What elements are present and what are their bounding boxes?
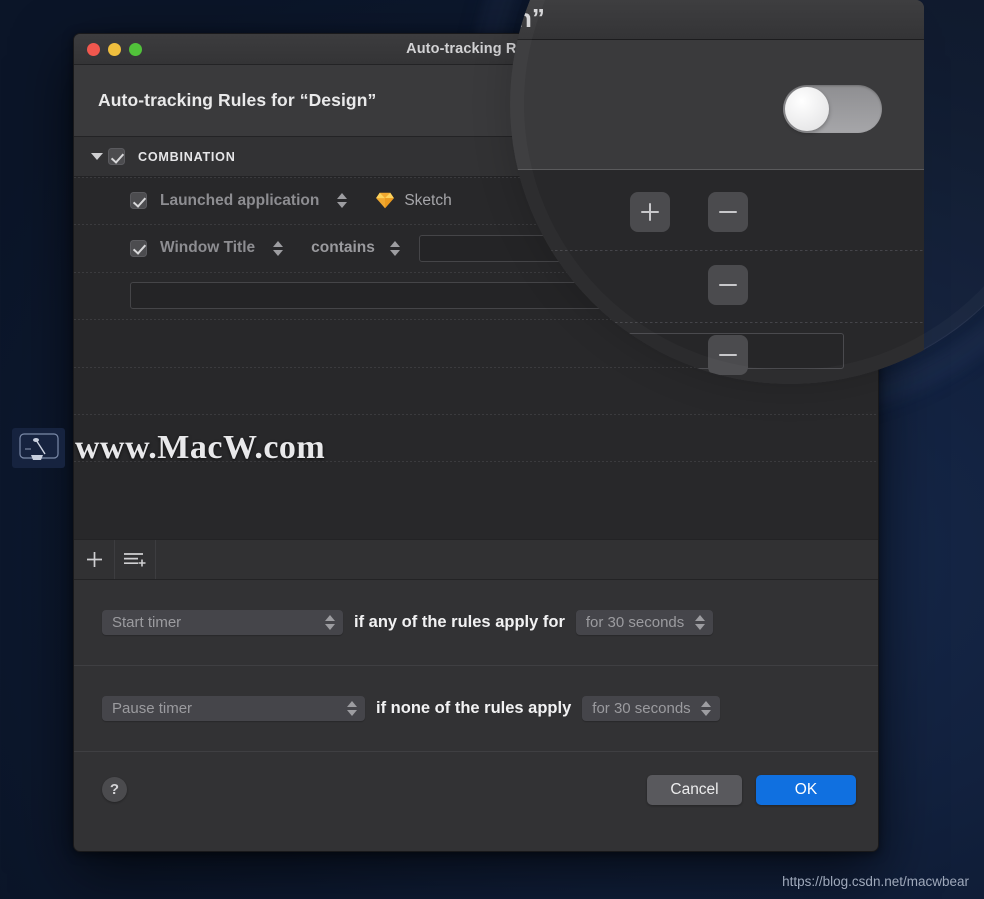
- group-checkbox[interactable]: [108, 148, 125, 165]
- desktop-background: Auto-tracking Rules Auto-tracking Rules …: [0, 0, 984, 899]
- rules-list: COMBINATION Launched application Sketch: [74, 137, 878, 539]
- add-rule-button[interactable]: [789, 183, 823, 218]
- magnified-title-fragment: n”: [516, 3, 545, 33]
- chevron-updown-icon: [322, 615, 337, 630]
- rule-value-input[interactable]: [418, 234, 785, 262]
- rules-empty-row: [74, 461, 878, 508]
- close-button[interactable]: [87, 42, 100, 56]
- page-title: Auto-tracking Rules for “Design”: [98, 90, 377, 110]
- plus-icon: [86, 552, 102, 567]
- disclosure-triangle-icon[interactable]: [86, 153, 108, 160]
- minimize-button[interactable]: [108, 42, 121, 56]
- group-label: COMBINATION: [138, 149, 236, 164]
- rules-toolbar: [74, 539, 878, 580]
- auto-tracking-rules-window: Auto-tracking Rules Auto-tracking Rules …: [73, 33, 879, 852]
- window-title: Auto-tracking Rules: [406, 41, 546, 57]
- blog-url-text: https://blog.csdn.net/macwbear: [782, 874, 969, 889]
- rule-value-label[interactable]: Sketch: [404, 192, 451, 210]
- sketch-diamond-icon: [376, 192, 395, 209]
- pause-timer-duration-select[interactable]: for 30 seconds: [582, 696, 720, 721]
- remove-rule-button[interactable]: [832, 278, 866, 313]
- cancel-button[interactable]: Cancel: [647, 774, 742, 805]
- chevron-updown-icon: [692, 615, 707, 630]
- rule-field-stepper[interactable]: [270, 240, 285, 256]
- traffic-light-group: [74, 42, 142, 56]
- rule-row[interactable]: [74, 271, 878, 319]
- chevron-updown-icon: [344, 701, 359, 716]
- start-timer-condition-label: if any of the rules apply for: [354, 613, 565, 631]
- rules-empty-row: [74, 413, 878, 461]
- pause-timer-action-select[interactable]: Pause timer: [102, 696, 365, 721]
- pause-timer-action-label: Pause timer: [112, 700, 193, 717]
- rules-empty-row: [74, 319, 878, 366]
- window-titlebar: Auto-tracking Rules: [74, 34, 878, 65]
- start-timer-action-select[interactable]: Start timer: [102, 610, 343, 635]
- rule-group-row[interactable]: COMBINATION: [74, 137, 878, 177]
- zoom-button[interactable]: [129, 42, 142, 56]
- pause-timer-condition-label: if none of the rules apply: [376, 699, 572, 717]
- timer-pause-row: Pause timer if none of the rules apply f…: [74, 666, 878, 752]
- help-button[interactable]: ?: [102, 777, 127, 802]
- start-timer-duration-label: for 30 seconds: [585, 614, 685, 631]
- rule-operator-label[interactable]: contains: [311, 239, 375, 257]
- chevron-updown-icon: [699, 701, 714, 716]
- add-rule-toolbar-button[interactable]: [74, 540, 115, 579]
- ok-button[interactable]: OK: [756, 774, 856, 805]
- macw-logo-icon: [12, 428, 65, 468]
- dialog-header: Auto-tracking Rules for “Design”: [74, 65, 878, 137]
- dialog-footer: ? Cancel OK: [74, 752, 878, 827]
- rule-field-label[interactable]: Launched application: [160, 192, 319, 210]
- add-group-toolbar-button[interactable]: [115, 540, 156, 579]
- remove-rule-button[interactable]: [832, 231, 866, 266]
- remove-rule-button[interactable]: [832, 183, 866, 218]
- rule-row[interactable]: Launched application Sketch: [74, 177, 878, 224]
- rule-field-label[interactable]: Window Title: [160, 239, 255, 257]
- add-group-icon: [124, 553, 146, 567]
- pause-timer-duration-label: for 30 seconds: [592, 700, 691, 717]
- rule-operator-stepper[interactable]: [388, 240, 403, 256]
- rules-empty-row: [74, 366, 878, 414]
- rule-field-stepper[interactable]: [334, 193, 349, 209]
- timer-start-row: Start timer if any of the rules apply fo…: [74, 580, 878, 666]
- start-timer-duration-select[interactable]: for 30 seconds: [575, 610, 714, 635]
- rule-value-input[interactable]: [130, 281, 816, 309]
- rule-row[interactable]: Window Title contains: [74, 224, 878, 271]
- rule-value-stepper[interactable]: [801, 240, 816, 256]
- start-timer-action-label: Start timer: [112, 614, 182, 631]
- rule-checkbox[interactable]: [130, 192, 147, 210]
- rule-checkbox[interactable]: [130, 239, 147, 257]
